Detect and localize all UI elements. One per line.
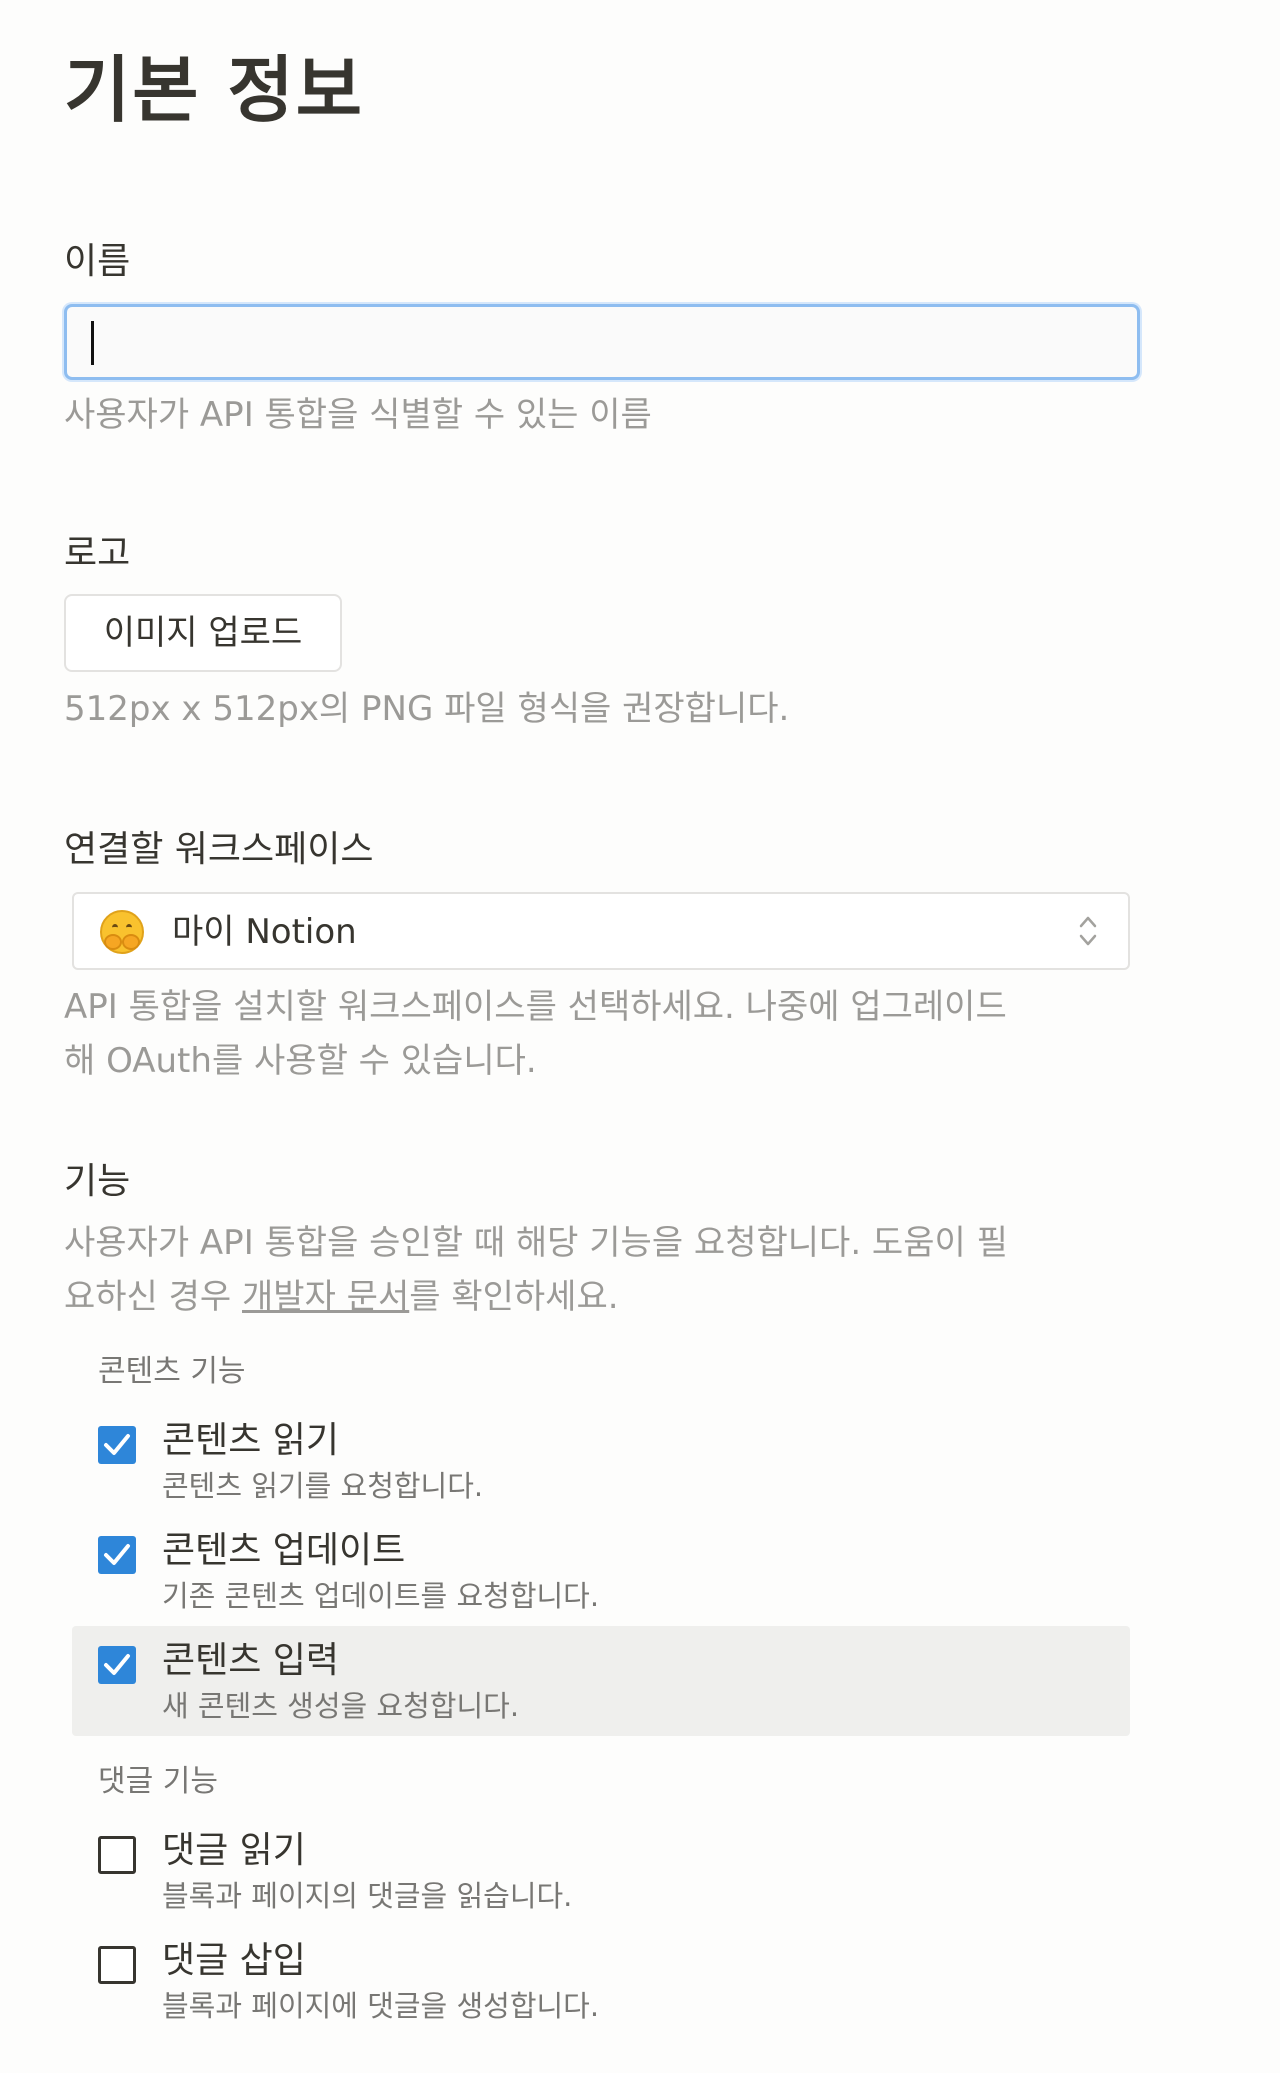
capabilities-help-text: 사용자가 API 통합을 승인할 때 해당 기능을 요청합니다. 도움이 필 요…: [64, 1216, 1144, 1324]
name-help-text: 사용자가 API 통합을 식별할 수 있는 이름: [64, 395, 652, 435]
capabilities-label: 기능: [64, 1161, 131, 1202]
text-caret: [91, 321, 94, 365]
developer-docs-link[interactable]: 개발자 문서: [242, 1277, 409, 1317]
capabilities-help-line-1: 사용자가 API 통합을 승인할 때 해당 기능을 요청합니다. 도움이 필: [64, 1223, 1008, 1263]
workspace-help-line-1: API 통합을 설치할 워크스페이스를 선택하세요. 나중에 업그레이드: [64, 987, 1007, 1027]
upload-image-button[interactable]: 이미지 업로드: [64, 594, 342, 672]
capability-insert-content[interactable]: 콘텐츠 입력 새 콘텐츠 생성을 요청합니다.: [72, 1626, 1130, 1736]
checkmark-icon: [104, 1654, 130, 1675]
help-suffix: 를 확인하세요.: [409, 1277, 619, 1317]
workspace-select[interactable]: 마이 Notion: [72, 892, 1130, 970]
capability-description: 콘텐츠 읽기를 요청합니다.: [162, 1469, 484, 1503]
capability-title: 콘텐츠 읽기: [162, 1420, 340, 1461]
capability-description: 기존 콘텐츠 업데이트를 요청합니다.: [162, 1579, 600, 1613]
workspace-help-text: API 통합을 설치할 워크스페이스를 선택하세요. 나중에 업그레이드 해 O…: [64, 980, 1144, 1088]
logo-label: 로고: [64, 533, 131, 574]
workspace-label: 연결할 워크스페이스: [64, 829, 374, 870]
capability-title: 콘텐츠 입력: [162, 1640, 340, 1681]
checkbox-checked[interactable]: [98, 1536, 136, 1574]
checkbox-checked[interactable]: [98, 1426, 136, 1464]
capability-description: 블록과 페이지에 댓글을 생성합니다.: [162, 1989, 600, 2023]
capability-read-comments[interactable]: 댓글 읽기 블록과 페이지의 댓글을 읽습니다.: [72, 1816, 1130, 1926]
capability-title: 댓글 읽기: [162, 1830, 306, 1871]
help-prefix: 요하신 경우: [64, 1277, 243, 1317]
capability-title: 댓글 삽입: [162, 1940, 306, 1981]
comment-capabilities-group-label: 댓글 기능: [98, 1764, 218, 1799]
hugging-face-icon: [100, 910, 144, 954]
checkbox-checked[interactable]: [98, 1646, 136, 1684]
content-capabilities-group-label: 콘텐츠 기능: [98, 1354, 246, 1389]
logo-help-text: 512px x 512px의 PNG 파일 형식을 권장합니다.: [64, 689, 790, 729]
capability-read-content[interactable]: 콘텐츠 읽기 콘텐츠 읽기를 요청합니다.: [72, 1406, 1130, 1516]
page-title: 기본 정보: [64, 48, 365, 132]
capability-update-content[interactable]: 콘텐츠 업데이트 기존 콘텐츠 업데이트를 요청합니다.: [72, 1516, 1130, 1626]
name-label: 이름: [64, 241, 131, 282]
chevron-up-down-icon: [1079, 916, 1097, 946]
checkmark-icon: [104, 1544, 130, 1565]
capability-title: 콘텐츠 업데이트: [162, 1530, 406, 1571]
basic-info-page: 기본 정보 이름 사용자가 API 통합을 식별할 수 있는 이름 로고 이미지…: [64, 40, 1144, 2036]
checkbox-unchecked[interactable]: [98, 1836, 136, 1874]
checkmark-icon: [104, 1434, 130, 1455]
name-input[interactable]: [64, 304, 1140, 380]
workspace-selected-value: 마이 Notion: [172, 912, 357, 952]
checkbox-unchecked[interactable]: [98, 1946, 136, 1984]
capabilities-help-line-2: 요하신 경우 개발자 문서를 확인하세요.: [64, 1270, 1144, 1324]
capability-description: 새 콘텐츠 생성을 요청합니다.: [162, 1689, 520, 1723]
capability-insert-comments[interactable]: 댓글 삽입 블록과 페이지에 댓글을 생성합니다.: [72, 1926, 1130, 2036]
workspace-help-line-2: 해 OAuth를 사용할 수 있습니다.: [64, 1041, 537, 1081]
capability-description: 블록과 페이지의 댓글을 읽습니다.: [162, 1879, 573, 1913]
